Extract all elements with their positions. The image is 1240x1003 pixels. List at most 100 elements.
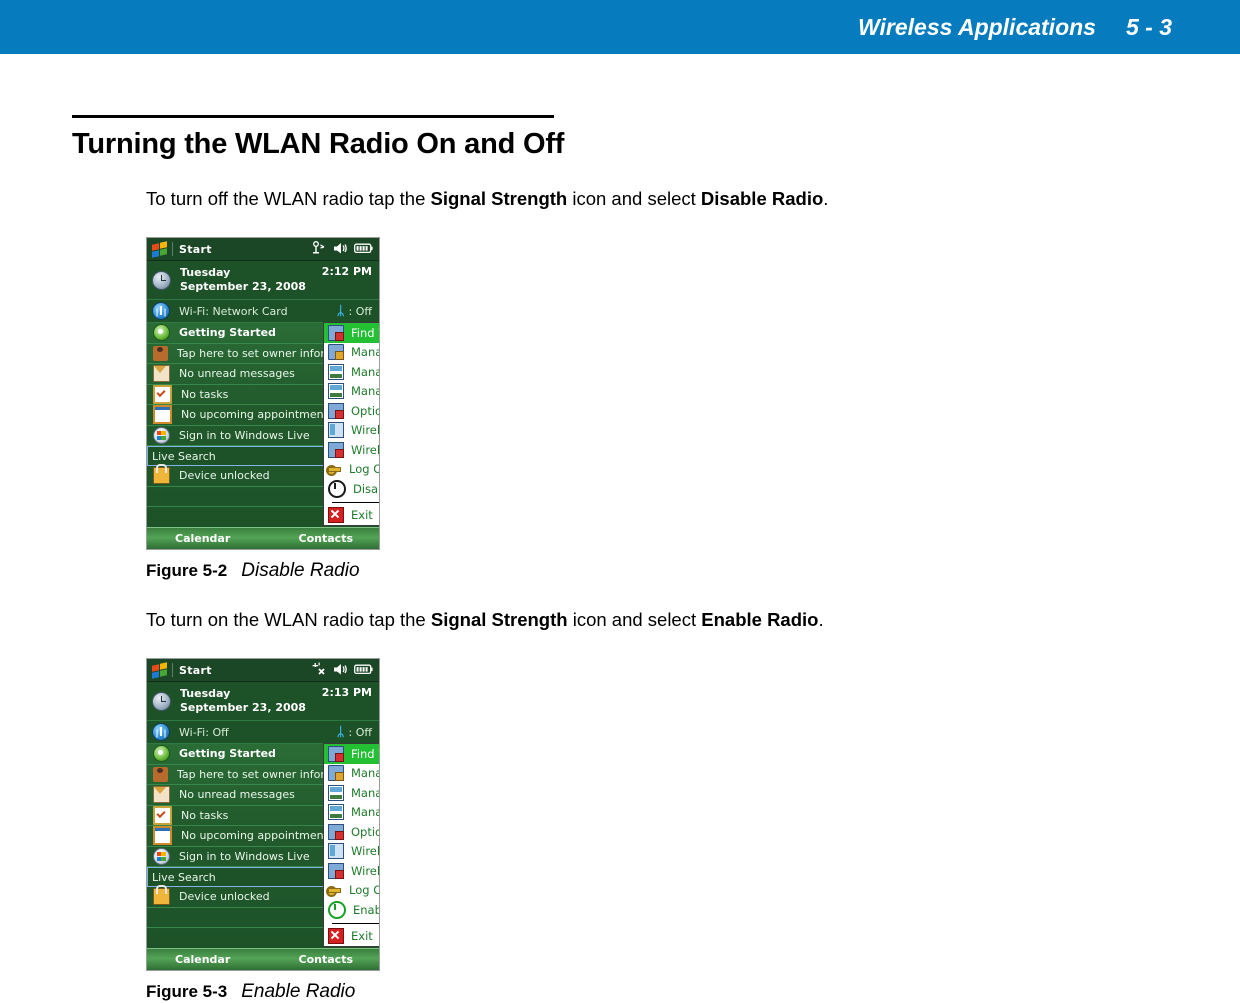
owner-icon: [153, 345, 168, 361]
start-button[interactable]: Start: [179, 243, 212, 256]
softkey-calendar[interactable]: Calendar: [175, 953, 230, 966]
manage-profiles-icon: [328, 344, 344, 361]
menu-item-wireless-diagnostics[interactable]: Wireless Diagnostics: [324, 861, 380, 881]
para1-text-2: icon and select: [567, 188, 701, 209]
paragraph-disable-radio: To turn off the WLAN radio tap the Signa…: [146, 188, 828, 210]
exit-icon: [328, 928, 344, 945]
menu-item-find-wlans[interactable]: Find WLANs: [324, 744, 379, 764]
para2-bold-2: Enable Radio: [701, 609, 819, 630]
key-icon: [326, 883, 342, 898]
para1-bold-1: Signal Strength: [430, 188, 568, 209]
wireless-popup-menu: Find WLANs Manage Profiles Manage Certs Man…: [323, 743, 380, 947]
menu-item-exit[interactable]: Exit: [324, 927, 379, 947]
menu-item-label: Exit: [351, 929, 373, 944]
menu-item-manage-pacs[interactable]: Manage PACs: [324, 803, 379, 823]
para2-text-3: .: [818, 609, 824, 630]
menu-item-label: Manage PACs: [351, 384, 379, 399]
today-item-label: No tasks: [181, 808, 229, 822]
softkey-contacts[interactable]: Contacts: [299, 953, 353, 966]
manage-certs-icon: [328, 784, 344, 801]
wifi-icon: [152, 302, 170, 320]
para2-bold-1: Signal Strength: [430, 609, 568, 630]
titlebar-divider: [172, 242, 173, 256]
task-icon: [153, 384, 172, 404]
menu-item-enable-radio[interactable]: Enable Radio: [324, 900, 379, 920]
signal-off-icon[interactable]: [311, 662, 327, 676]
menu-item-log-on-off[interactable]: Log On/Off: [324, 460, 379, 480]
mail-icon: [153, 365, 170, 383]
titlebar-status-icons: [311, 662, 373, 676]
menu-item-disable-radio[interactable]: Disable Radio: [324, 479, 379, 499]
today-item-label: Getting Started: [179, 326, 276, 340]
menu-item-label: Options: [351, 403, 379, 418]
clock-day: Tuesday: [180, 266, 231, 279]
titlebar-divider: [172, 663, 173, 677]
menu-item-manage-profiles[interactable]: Manage Profiles: [324, 343, 379, 363]
figure-number: Figure 5-3: [146, 982, 228, 1001]
bluetooth-icon: ᛦ: [336, 303, 345, 319]
windows-flag-icon[interactable]: [151, 661, 168, 679]
wireless-status-icon: [328, 843, 344, 860]
today-item-label: Sign in to Windows Live: [179, 428, 310, 442]
menu-item-label: Find WLANs: [351, 746, 379, 761]
today-item-label: No upcoming appointments: [181, 408, 334, 422]
menu-item-manage-pacs[interactable]: Manage PACs: [324, 382, 379, 402]
menu-item-label: Manage Certs: [351, 785, 379, 800]
clock-row: Tuesday September 23, 2008 2:12 PM: [147, 261, 379, 300]
lock-icon: [153, 464, 170, 485]
figure-label: Disable Radio: [241, 560, 360, 581]
volume-icon[interactable]: [333, 663, 348, 676]
power-icon: [328, 479, 346, 498]
wifi-status-row[interactable]: Wi-Fi: Off ᛦ: Off: [147, 721, 379, 744]
volume-icon[interactable]: [333, 242, 348, 255]
wifi-status-row[interactable]: Wi-Fi: Network Card ᛦ: Off: [147, 300, 379, 323]
softkey-calendar[interactable]: Calendar: [175, 532, 230, 545]
start-button[interactable]: Start: [179, 664, 212, 677]
page-number: 5 - 3: [1125, 13, 1172, 40]
section-rule: [72, 115, 554, 118]
menu-item-manage-certs[interactable]: Manage Certs: [324, 362, 379, 382]
menu-item-exit[interactable]: Exit: [324, 506, 379, 526]
figure-caption-5-2: Figure 5-2 Disable Radio: [146, 560, 360, 582]
menu-item-label: Log On/Off: [349, 462, 379, 477]
signal-strength-icon[interactable]: [311, 241, 327, 255]
menu-item-find-wlans[interactable]: Find WLANs: [324, 323, 379, 343]
bluetooth-status: ᛦ: Off: [337, 305, 372, 318]
find-wlans-icon: [328, 745, 344, 762]
menu-item-log-on-off[interactable]: Log On/Off: [324, 881, 379, 901]
menu-item-label: Wireless Diagnostics: [351, 442, 380, 457]
battery-icon[interactable]: [354, 243, 373, 254]
menu-item-options[interactable]: Options: [324, 822, 379, 842]
today-item-label: Getting Started: [179, 747, 276, 761]
clock-icon: [152, 691, 171, 711]
menu-item-label: Wireless Status: [351, 844, 380, 859]
clock-date-text: Tuesday September 23, 2008: [180, 266, 306, 294]
today-item-label: Sign in to Windows Live: [179, 849, 310, 863]
menu-item-label: Manage Profiles: [351, 345, 379, 360]
manage-pacs-icon: [328, 383, 344, 400]
menu-item-label: Wireless Diagnostics: [351, 863, 380, 878]
exit-icon: [328, 507, 344, 524]
menu-item-label: Enable Radio: [353, 902, 379, 917]
task-icon: [153, 805, 172, 825]
menu-item-options[interactable]: Options: [324, 401, 379, 421]
menu-item-label: Exit: [351, 508, 373, 523]
menu-item-manage-certs[interactable]: Manage Certs: [324, 783, 379, 803]
power-icon-green: [328, 900, 346, 919]
today-item-label: No unread messages: [179, 788, 295, 802]
mail-icon: [153, 786, 170, 804]
softkey-contacts[interactable]: Contacts: [299, 532, 353, 545]
wireless-status-icon: [328, 422, 344, 439]
today-item-label: No tasks: [181, 387, 229, 401]
options-icon: [328, 402, 344, 419]
menu-item-wireless-status[interactable]: Wireless Status: [324, 842, 380, 862]
calendar-icon: [153, 405, 172, 425]
find-wlans-icon: [328, 324, 344, 341]
menu-item-wireless-diagnostics[interactable]: Wireless Diagnostics: [324, 440, 380, 460]
menu-item-wireless-status[interactable]: Wireless Status: [324, 421, 379, 441]
windows-flag-icon[interactable]: [151, 240, 168, 258]
menu-item-label: Log On/Off: [349, 883, 379, 898]
calendar-icon: [153, 826, 172, 846]
battery-icon[interactable]: [354, 664, 373, 675]
menu-item-manage-profiles[interactable]: Manage Profiles: [324, 764, 379, 784]
